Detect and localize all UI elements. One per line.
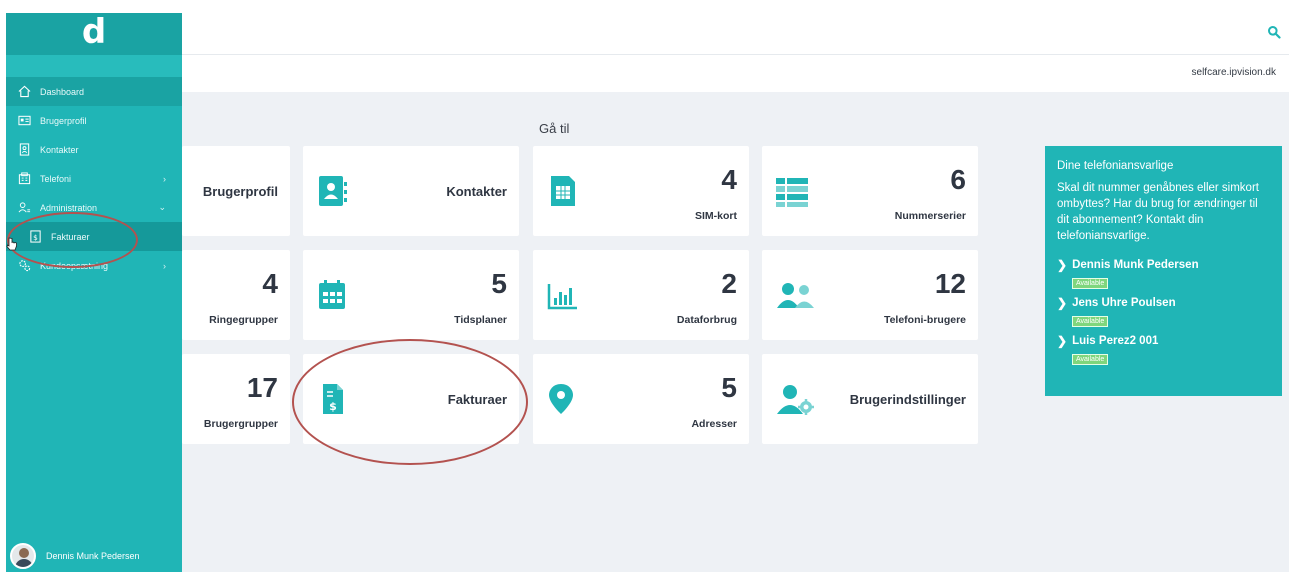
sidebar-item-label: Kontakter	[40, 144, 79, 155]
address-book-icon	[317, 174, 349, 208]
admin-icon	[17, 201, 31, 215]
card-count: 5	[491, 268, 507, 299]
card-nummerserier[interactable]: 6 Nummerserier	[762, 146, 978, 236]
card-label: Brugerindstillinger	[849, 392, 966, 407]
id-card-icon	[17, 114, 31, 128]
card-label: Adresser	[691, 418, 737, 430]
sidebar-item-telefoni[interactable]: Telefoni ›	[6, 164, 182, 193]
card-tidsplaner[interactable]: 5 Tidsplaner	[303, 250, 519, 340]
calendar-icon	[317, 278, 349, 312]
annotation-circle	[292, 339, 528, 465]
contact-name: Luis Perez2 001	[1072, 335, 1159, 347]
panel-text: Skal dit nummer genåbnes eller simkort o…	[1057, 182, 1259, 242]
sidebar-item-label: Brugerprofil	[40, 115, 87, 126]
card-brugerindstillinger[interactable]: Brugerindstillinger	[762, 354, 978, 444]
card-count: 4	[262, 268, 278, 299]
main-content: Gå til Brugerprofil Kontakter 4 SIM-kort…	[182, 92, 1289, 572]
user-profile[interactable]: Dennis Munk Pedersen	[6, 540, 182, 572]
list-icon	[776, 174, 808, 208]
card-telefoni-brugere[interactable]: 12 Telefoni-brugere	[762, 250, 978, 340]
card-ringegrupper[interactable]: 4 Ringegrupper	[182, 250, 290, 340]
chevron-right-icon: ❯	[1057, 334, 1068, 348]
contact-name: Jens Uhre Poulsen	[1072, 297, 1176, 309]
card-brugergrupper[interactable]: 17 Brugergrupper	[182, 354, 290, 444]
card-label: Nummerserier	[894, 210, 966, 222]
contact-item[interactable]: ❯ Jens Uhre Poulsen Available	[1057, 296, 1270, 328]
users-icon	[776, 278, 816, 312]
domain-label: selfcare.ipvision.dk	[1191, 67, 1276, 78]
status-badge: Available	[1072, 354, 1109, 365]
bar-chart-icon	[547, 278, 579, 312]
sub-header: selfcare.ipvision.dk	[182, 55, 1289, 92]
contact-name: Dennis Munk Pedersen	[1072, 259, 1199, 271]
top-bar	[182, 13, 1289, 55]
card-label: Telefoni-brugere	[883, 314, 966, 326]
card-label: Kontakter	[446, 184, 507, 199]
contact-icon	[17, 143, 31, 157]
user-settings-icon	[776, 382, 816, 416]
card-count: 5	[721, 372, 737, 403]
card-label: SIM-kort	[695, 210, 737, 222]
sidebar-item-brugerprofil[interactable]: Brugerprofil	[6, 106, 182, 135]
responsible-panel: Dine telefoniansvarlige Skal dit nummer …	[1045, 146, 1282, 396]
card-dataforbrug[interactable]: 2 Dataforbrug	[533, 250, 749, 340]
annotation-circle	[7, 212, 138, 268]
search-icon[interactable]	[1267, 25, 1281, 39]
card-label: Brugergrupper	[203, 418, 278, 430]
location-pin-icon	[547, 382, 579, 416]
card-count: 6	[950, 164, 966, 195]
avatar	[10, 543, 36, 569]
card-label: Dataforbrug	[676, 314, 737, 326]
card-adresser[interactable]: 5 Adresser	[533, 354, 749, 444]
card-sim-kort[interactable]: 4 SIM-kort	[533, 146, 749, 236]
contact-item[interactable]: ❯ Luis Perez2 001 Available	[1057, 334, 1270, 366]
home-icon	[17, 85, 31, 99]
card-count: 12	[934, 268, 966, 299]
chevron-right-icon: ❯	[1057, 258, 1068, 272]
chevron-right-icon: ❯	[1057, 296, 1068, 310]
chevron-right-icon: ›	[163, 260, 166, 271]
card-label: Brugerprofil	[202, 184, 278, 199]
sim-card-icon	[547, 174, 579, 208]
card-count: 4	[721, 164, 737, 195]
sidebar-item-kontakter[interactable]: Kontakter	[6, 135, 182, 164]
phone-icon	[17, 172, 31, 186]
status-badge: Available	[1072, 278, 1109, 289]
cursor-icon	[6, 237, 18, 251]
chevron-right-icon: ›	[163, 173, 166, 184]
chevron-down-icon: ⌄	[158, 202, 166, 212]
user-name: Dennis Munk Pedersen	[46, 551, 140, 561]
contact-item[interactable]: ❯ Dennis Munk Pedersen Available	[1057, 258, 1270, 290]
panel-title: Dine telefoniansvarlige	[1057, 160, 1174, 172]
card-label: Tidsplaner	[454, 314, 507, 326]
sidebar-item-label: Administration	[40, 202, 98, 213]
sidebar: d Dashboard Brugerprofil Kontakter Telef	[6, 13, 182, 572]
logo-band: d	[6, 13, 182, 55]
card-brugerprofil[interactable]: Brugerprofil	[182, 146, 290, 236]
logo[interactable]: d	[82, 15, 106, 49]
card-label: Ringegrupper	[209, 314, 278, 326]
sidebar-item-dashboard[interactable]: Dashboard	[6, 77, 182, 106]
page-title: Gå til	[539, 121, 570, 136]
sidebar-item-label: Dashboard	[40, 86, 85, 97]
card-kontakter[interactable]: Kontakter	[303, 146, 519, 236]
card-count: 17	[246, 372, 278, 403]
sidebar-item-label: Telefoni	[40, 173, 72, 184]
status-badge: Available	[1072, 316, 1109, 327]
card-count: 2	[721, 268, 737, 299]
